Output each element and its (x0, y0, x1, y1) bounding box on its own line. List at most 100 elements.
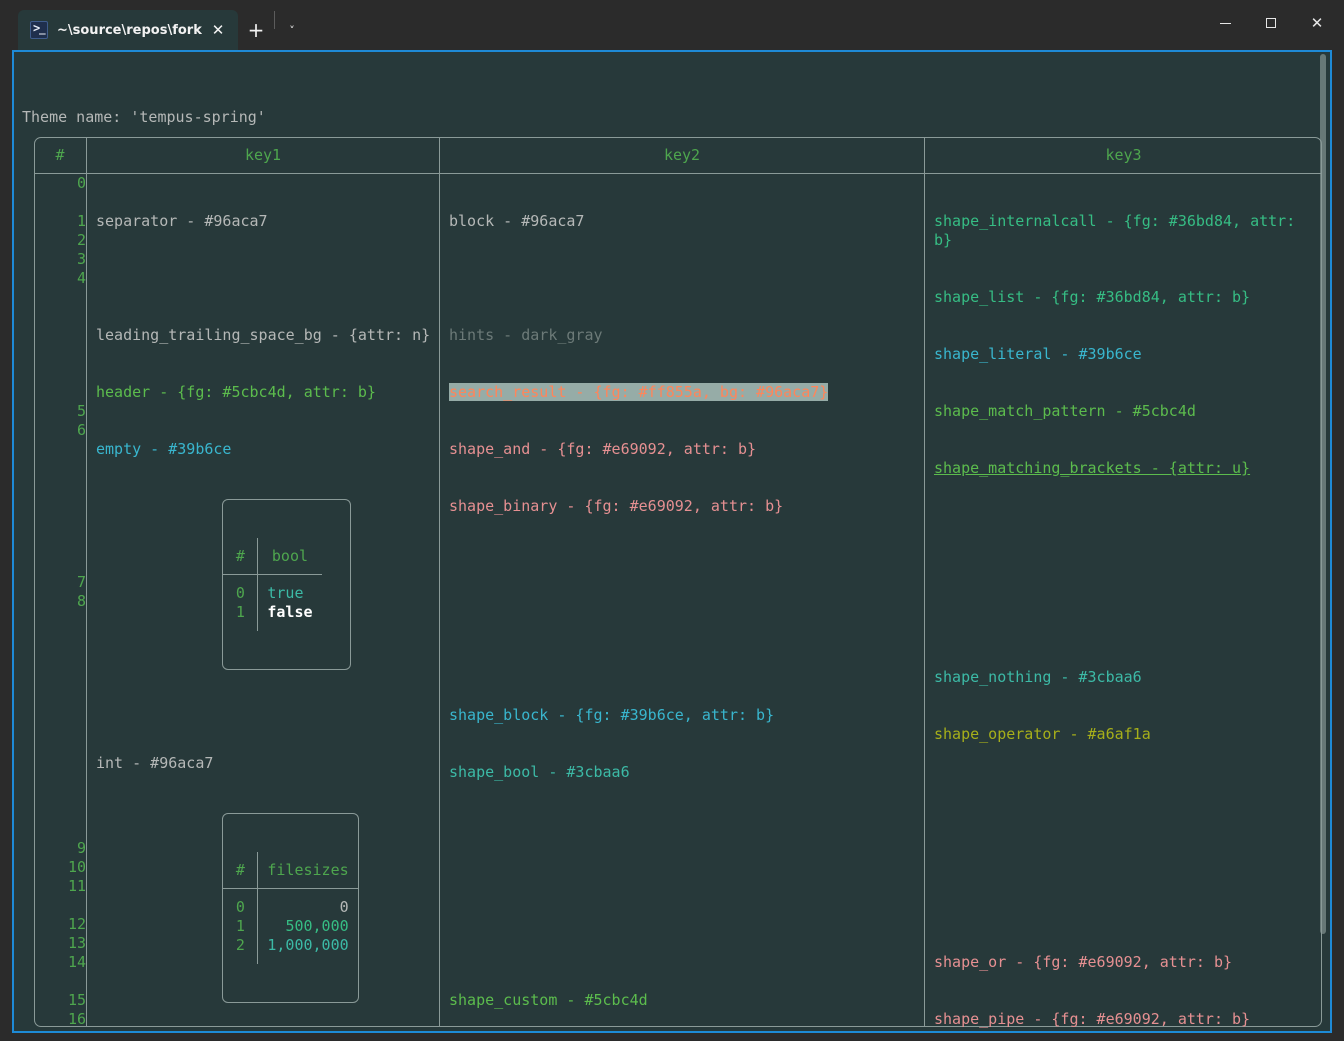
scrollbar-thumb[interactable] (1320, 54, 1326, 934)
powershell-icon (30, 21, 48, 39)
row-index: 0 (76, 174, 86, 192)
spacer: . (34, 725, 86, 744)
filesizes-table: # filesizes 0 0 1 500,000 2 1,000,000 (222, 813, 359, 1003)
search-result-highlight: search_result - {fg: #ff855a, bg: #96aca… (449, 383, 829, 401)
spacer: . (34, 782, 86, 801)
row-index: 12 (67, 915, 86, 933)
spacer: . (34, 763, 86, 782)
maximize-button[interactable] (1248, 0, 1294, 46)
key3-cell: shape_nothing - #3cbaa6 (934, 668, 1142, 686)
terminal-window: ~\source\repos\forks\nu_scrip ✕ + ˅ ✕ Th… (0, 0, 1344, 1041)
row-index: 6 (76, 421, 86, 439)
spacer: . (34, 706, 86, 725)
spacer: . (34, 364, 86, 383)
window-controls: ✕ (1202, 0, 1340, 46)
theme-name-line: Theme name: 'tempus-spring' (22, 108, 266, 126)
spacer: . (34, 896, 86, 915)
key2-cell-search-result: search_result - {fg: #ff855a, bg: #96aca… (449, 383, 919, 402)
spacer: . (34, 649, 86, 668)
key1-cell: header - {fg: #5cbc4d, attr: b} (96, 383, 376, 401)
key3-column: shape_internalcall - {fg: #36bd84, attr:… (934, 174, 1316, 1031)
spacer: . (34, 459, 86, 478)
key3-cell: shape_literal - #39b6ce (934, 345, 1142, 363)
key3-cell: shape_match_pattern - #5cbc4d (934, 402, 1196, 420)
bool-row-index: 0 (223, 574, 259, 603)
tab-strip: ~\source\repos\forks\nu_scrip ✕ + ˅ (0, 0, 309, 50)
key1-cell: leading_trailing_space_bg - {attr: n} (96, 326, 431, 344)
bool-table-header-bool: bool (257, 538, 322, 575)
table-row: 2 1,000,000 (223, 936, 357, 964)
row-index: 14 (67, 953, 86, 971)
bool-table-header-index: # (223, 538, 259, 575)
row-index: 3 (76, 250, 86, 268)
table-vline-3 (924, 137, 925, 1027)
filesize-row-index: 0 (223, 888, 259, 917)
row-index: 4 (76, 269, 86, 287)
chevron-down-icon[interactable]: ˅ (275, 10, 309, 50)
minimize-button[interactable] (1202, 0, 1248, 46)
row-index: 10 (67, 858, 86, 876)
close-icon: ✕ (1310, 13, 1324, 32)
column-header-index: # (55, 146, 65, 164)
key3-cell: shape_matching_brackets - {attr: u} (934, 459, 1251, 477)
table-row: 0 0 (223, 888, 357, 917)
terminal-pane[interactable]: Theme name: 'tempus-spring' # key1 key2 … (12, 50, 1332, 1033)
key2-cell: shape_and - {fg: #e69092, attr: b} (449, 440, 757, 458)
key1-cell: separator - #96aca7 (96, 212, 268, 230)
spacer: . (34, 307, 86, 326)
tab-title: ~\source\repos\forks\nu_scrip (57, 22, 202, 38)
row-index: 7 (76, 573, 86, 591)
bool-row-value: true (267, 584, 304, 602)
spacer: . (34, 801, 86, 820)
key3-cell: shape_pipe - {fg: #e69092, attr: b} (934, 1010, 1251, 1028)
spacer: . (34, 611, 86, 630)
spacer: . (34, 440, 86, 459)
column-header-key2: key2 (663, 146, 701, 164)
table-vline-2 (439, 137, 440, 1027)
title-bar: ~\source\repos\forks\nu_scrip ✕ + ˅ ✕ (0, 0, 1344, 50)
row-index: 1 (76, 212, 86, 230)
bool-row-index: 1 (223, 603, 259, 631)
terminal-scrollbar[interactable] (1318, 54, 1328, 1029)
spacer: . (34, 516, 86, 535)
row-index: 15 (67, 991, 86, 1009)
bool-row-value: false (267, 603, 313, 621)
row-index: 2 (76, 231, 86, 249)
spacer: . (34, 535, 86, 554)
spacer: . (34, 288, 86, 307)
key2-cell: hints - dark_gray (449, 326, 603, 344)
key1-cell: empty - #39b6ce (96, 440, 232, 458)
key2-cell: shape_bool - #3cbaa6 (449, 763, 630, 781)
filesize-row-value: 1,000,000 (267, 936, 349, 954)
spacer: . (34, 630, 86, 649)
key3-cell: shape_list - {fg: #36bd84, attr: b} (934, 288, 1251, 306)
key2-cell: shape_custom - #5cbc4d (449, 991, 648, 1009)
key2-cell: block - #96aca7 (449, 212, 585, 230)
key3-cell: shape_or - {fg: #e69092, attr: b} (934, 953, 1233, 971)
key3-cell: shape_operator - #a6af1a (934, 725, 1151, 743)
spacer: . (34, 193, 86, 212)
filesizes-table-header-filesizes: filesizes (257, 852, 358, 889)
row-index: 17 (34, 1029, 86, 1031)
spacer: . (34, 554, 86, 573)
close-window-button[interactable]: ✕ (1294, 0, 1340, 46)
spacer: . (34, 345, 86, 364)
tab-nu-script[interactable]: ~\source\repos\forks\nu_scrip ✕ (18, 10, 238, 50)
table-row: 1 500,000 (223, 917, 357, 936)
new-tab-button[interactable]: + (238, 10, 274, 50)
spacer: . (34, 820, 86, 839)
key1-cell: int - #96aca7 (96, 754, 214, 772)
spacer: . (34, 972, 86, 991)
column-header-key1: key1 (244, 146, 282, 164)
spacer: . (34, 497, 86, 516)
row-index: 9 (76, 839, 86, 857)
filesize-row-index: 1 (223, 917, 259, 936)
table-row: 1 false (223, 603, 321, 631)
close-tab-icon[interactable]: ✕ (208, 22, 228, 38)
